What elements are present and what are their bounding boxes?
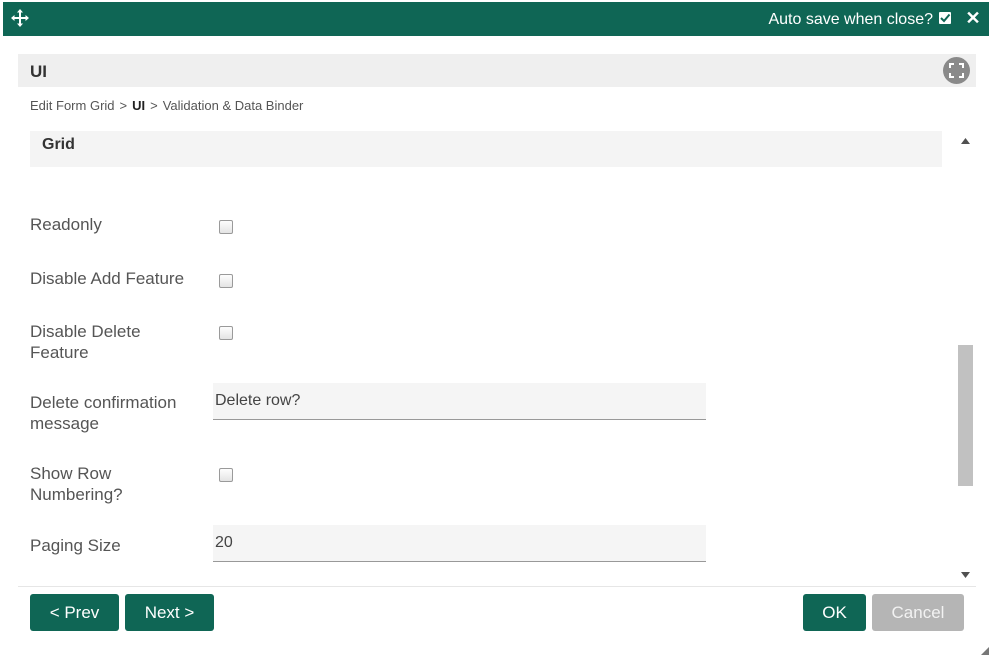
autosave-toggle[interactable]: Auto save when close? [768, 11, 951, 29]
field-label: Disable Add Feature [30, 269, 185, 288]
scrollbar-thumb[interactable] [958, 345, 973, 486]
breadcrumb-item-ui: UI [132, 98, 146, 113]
resize-grip-icon[interactable] [979, 642, 989, 655]
field-label: Show Row Numbering? [30, 464, 123, 504]
page-title: UI [30, 62, 47, 81]
field-label: Readonly [30, 215, 102, 234]
field-label: Delete confirmation message [30, 393, 177, 433]
breadcrumb-separator: > [150, 98, 158, 113]
scroll-up-arrow-icon[interactable] [955, 131, 976, 152]
disable-add-checkbox[interactable] [219, 274, 233, 288]
disable-delete-checkbox[interactable] [219, 326, 233, 340]
section-header: Grid [30, 131, 942, 167]
vertical-scrollbar[interactable] [955, 131, 976, 586]
fullscreen-icon[interactable] [943, 57, 970, 84]
breadcrumb: Edit Form Grid > UI > Validation & Data Bind… [30, 98, 303, 113]
dialog-titlebar: Auto save when close? ✕ [3, 2, 989, 36]
footer-divider [18, 586, 976, 587]
move-arrows-icon[interactable] [10, 8, 30, 28]
panel-header: UI [18, 54, 976, 87]
show-row-numbering-checkbox[interactable] [219, 468, 233, 482]
prev-button[interactable]: < Prev [30, 594, 119, 631]
ok-button[interactable]: OK [803, 594, 866, 631]
breadcrumb-item-edit-form-grid[interactable]: Edit Form Grid [30, 98, 115, 113]
form-content: Grid Readonly Disable Add Feature Disabl… [18, 131, 948, 586]
breadcrumb-item-validation[interactable]: Validation & Data Binder [163, 98, 304, 113]
delete-confirmation-input[interactable] [213, 383, 706, 420]
dialog-window: Auto save when close? ✕ UI Edit Form Gri… [0, 0, 992, 655]
close-icon[interactable]: ✕ [963, 8, 983, 28]
cancel-button[interactable]: Cancel [872, 594, 964, 631]
section-title: Grid [42, 136, 75, 153]
autosave-label: Auto save when close? [768, 11, 933, 28]
field-label: Paging Size [30, 536, 121, 555]
field-label: Disable Delete Feature [30, 322, 141, 362]
next-button[interactable]: Next > [125, 594, 214, 631]
breadcrumb-separator: > [119, 98, 128, 113]
scroll-down-arrow-icon[interactable] [955, 565, 976, 586]
paging-size-input[interactable] [213, 525, 706, 562]
readonly-checkbox[interactable] [219, 220, 233, 234]
autosave-checkbox[interactable] [939, 12, 951, 24]
